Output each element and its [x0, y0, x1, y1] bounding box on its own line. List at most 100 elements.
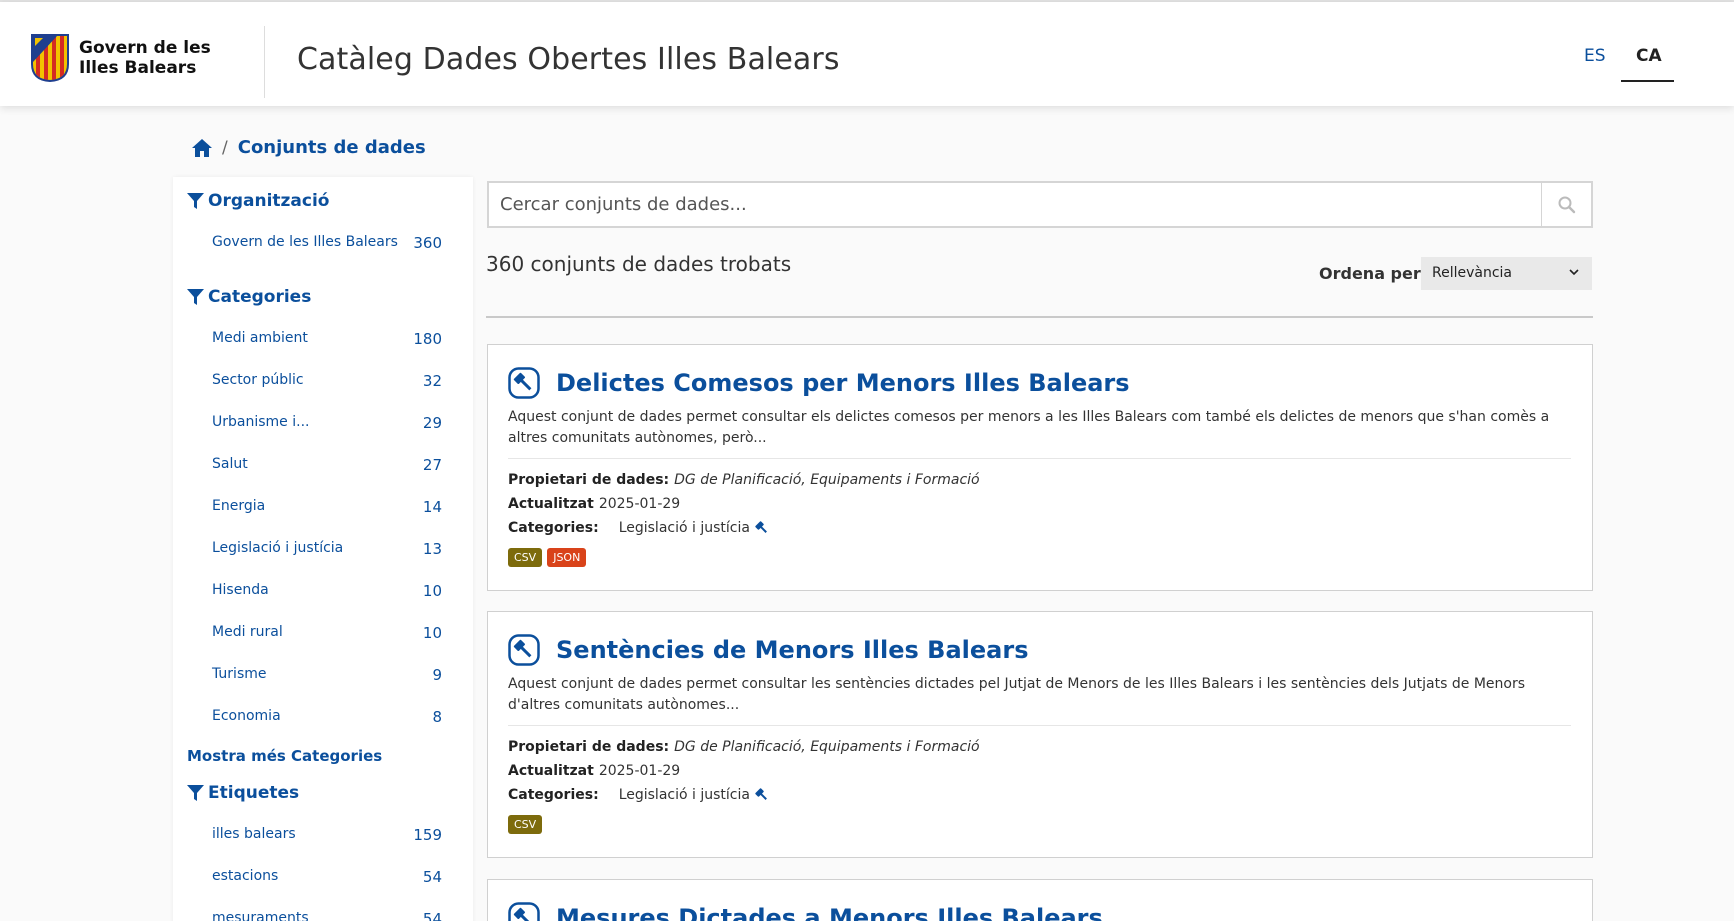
facet-item-count: 10: [422, 582, 442, 600]
updated-label: Actualitzat: [508, 496, 594, 512]
owner-value: DG de Planificació, Equipaments i Formac…: [674, 472, 980, 488]
category-value[interactable]: Legislació i justícia: [619, 520, 750, 536]
results-divider: [486, 316, 1593, 318]
owner-label: Propietari de dades:: [508, 739, 670, 755]
facet-item-count: 9: [432, 666, 442, 684]
facet-item-count: 54: [422, 868, 442, 886]
updated-value: 2025-01-29: [598, 496, 681, 512]
dataset-updated: Actualitzat 2025-01-29: [508, 496, 680, 512]
facet-item-energia[interactable]: Energia 14: [212, 498, 442, 516]
facet-item-urbanisme[interactable]: Urbanisme i... 29: [212, 414, 442, 432]
facet-item-label: Sector públic: [212, 372, 304, 388]
breadcrumb-separator: /: [222, 137, 228, 158]
gavel-icon: [508, 367, 540, 399]
facet-item-turisme[interactable]: Turisme 9: [212, 666, 442, 684]
facet-categories-heading[interactable]: Categories: [187, 287, 311, 307]
json-badge[interactable]: JSON: [547, 548, 587, 567]
facet-item-label: Urbanisme i...: [212, 414, 310, 430]
facet-tags-title: Etiquetes: [208, 783, 300, 803]
dataset-updated: Actualitzat 2025-01-29: [508, 763, 680, 779]
active-language-indicator: [1621, 80, 1674, 82]
dataset-owner: Propietari de dades: DG de Planificació,…: [508, 739, 980, 755]
language-ca-link[interactable]: CA: [1636, 46, 1662, 66]
facet-item-count: 29: [422, 414, 442, 432]
logo-line-1: Govern de les: [79, 38, 211, 58]
dataset-title[interactable]: Mesures Dictades a Menors Illes Balears: [556, 904, 1103, 921]
format-badges: CSV JSON: [508, 548, 591, 567]
facet-item-label: Medi ambient: [212, 330, 308, 346]
updated-label: Actualitzat: [508, 763, 594, 779]
facet-item-salut[interactable]: Salut 27: [212, 456, 442, 474]
facet-item-legislacio[interactable]: Legislació i justícia 13: [212, 540, 442, 558]
format-badges: CSV: [508, 815, 547, 834]
facet-item-label: estacions: [212, 868, 279, 884]
facet-item-label: Economia: [212, 708, 281, 724]
categories-label: Categories:: [508, 520, 599, 536]
dataset-title[interactable]: Delictes Comesos per Menors Illes Balear…: [556, 369, 1130, 397]
facet-item-label: Legislació i justícia: [212, 540, 344, 556]
site-title[interactable]: Catàleg Dades Obertes Illes Balears: [297, 42, 840, 77]
search-input[interactable]: [489, 183, 1541, 226]
facet-item-estacions[interactable]: estacions 54: [212, 868, 442, 886]
filters-sidebar: Organització Govern de les Illes Balears…: [173, 177, 473, 921]
site-header: Govern de les Illes Balears Catàleg Dade…: [0, 2, 1734, 106]
dataset-title[interactable]: Sentències de Menors Illes Balears: [556, 636, 1029, 664]
facet-item-label: Medi rural: [212, 624, 283, 640]
search-button[interactable]: [1541, 183, 1591, 226]
facet-organization-title: Organització: [208, 191, 330, 211]
facet-item-label: Turisme: [212, 666, 267, 682]
govern-logo[interactable]: Govern de les Illes Balears: [31, 34, 211, 82]
funnel-icon: [187, 785, 204, 801]
show-more-categories-link[interactable]: Mostra més Categories: [187, 747, 382, 765]
categories-label: Categories:: [508, 787, 599, 803]
facet-item-label: Energia: [212, 498, 266, 514]
facet-tags-heading[interactable]: Etiquetes: [187, 783, 299, 803]
facet-categories-title: Categories: [208, 287, 312, 307]
chevron-down-icon: [1569, 269, 1579, 276]
logo-line-2: Illes Balears: [79, 58, 197, 78]
facet-item-count: 159: [413, 826, 442, 844]
dataset-description: Aquest conjunt de dades permet consultar…: [508, 676, 1526, 713]
facet-item-hisenda[interactable]: Hisenda 10: [212, 582, 442, 600]
results-count: 360 conjunts de dades trobats: [486, 252, 792, 276]
facet-item-medi-rural[interactable]: Medi rural 10: [212, 624, 442, 642]
breadcrumb: / Conjunts de dades: [192, 137, 426, 158]
facet-item-count: 10: [422, 624, 442, 642]
gavel-icon: [508, 902, 540, 921]
facet-item-count: 32: [422, 372, 442, 390]
facet-item-illes-balears[interactable]: illes balears 159: [212, 826, 442, 844]
category-value[interactable]: Legislació i justícia: [619, 787, 750, 803]
search-icon: [1558, 196, 1575, 213]
facet-item-count: 54: [422, 910, 442, 921]
owner-label: Propietari de dades:: [508, 472, 670, 488]
facet-item-label: illes balears: [212, 826, 296, 842]
coat-of-arms-icon: [31, 34, 69, 82]
dataset-card: Sentències de Menors Illes Balears Aques…: [487, 611, 1593, 858]
funnel-icon: [187, 193, 204, 209]
facet-item-govern[interactable]: Govern de les Illes Balears 360: [212, 234, 442, 252]
csv-badge[interactable]: CSV: [508, 548, 543, 567]
facet-item-mesuraments[interactable]: mesuraments 54: [212, 910, 442, 921]
facet-item-economia[interactable]: Economia 8: [212, 708, 442, 726]
facet-item-label: Govern de les Illes Balears: [212, 234, 398, 250]
dataset-description: Aquest conjunt de dades permet consultar…: [508, 409, 1550, 446]
facet-item-sector-public[interactable]: Sector públic 32: [212, 372, 442, 390]
gavel-icon: [755, 521, 767, 533]
dataset-owner: Propietari de dades: DG de Planificació,…: [508, 472, 980, 488]
header-divider: [264, 26, 265, 98]
sort-label: Ordena per:: [1319, 264, 1428, 283]
funnel-icon: [187, 289, 204, 305]
breadcrumb-current[interactable]: Conjunts de dades: [238, 137, 426, 158]
updated-value: 2025-01-29: [598, 763, 681, 779]
facet-item-count: 360: [413, 234, 442, 252]
facet-item-count: 180: [413, 330, 442, 348]
home-icon[interactable]: [192, 138, 212, 157]
facet-organization-heading[interactable]: Organització: [187, 191, 329, 211]
facet-item-count: 8: [432, 708, 442, 726]
language-es-link[interactable]: ES: [1584, 46, 1606, 66]
csv-badge[interactable]: CSV: [508, 815, 543, 834]
card-divider: [508, 458, 1571, 459]
facet-item-medi-ambient[interactable]: Medi ambient 180: [212, 330, 442, 348]
sort-dropdown[interactable]: Rellevància: [1421, 257, 1592, 290]
facet-item-label: Salut: [212, 456, 248, 472]
